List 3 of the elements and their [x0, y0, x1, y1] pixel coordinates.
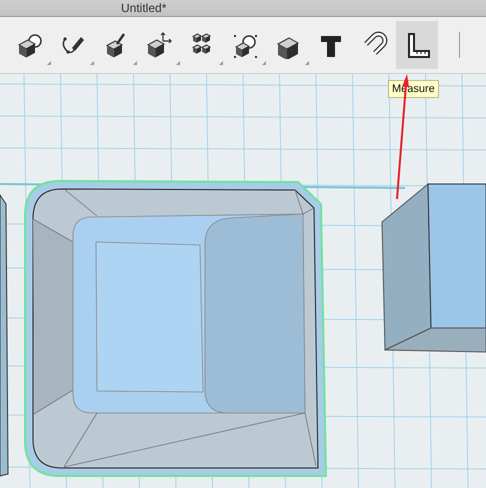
window-title: Untitled* — [121, 1, 166, 15]
toolbar-button[interactable] — [396, 21, 438, 69]
move-cube-icon — [145, 31, 173, 59]
